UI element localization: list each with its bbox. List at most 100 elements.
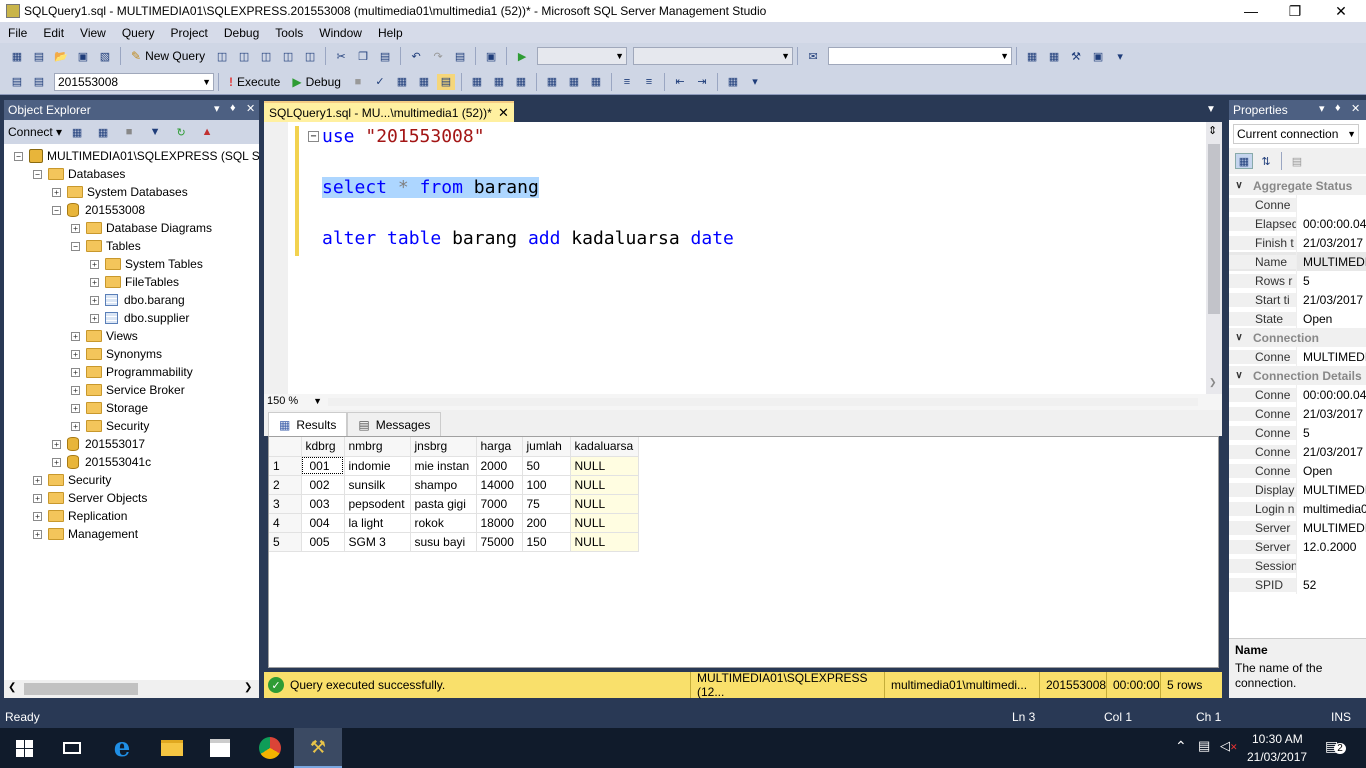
column-header[interactable]: jnsbrg: [410, 437, 477, 457]
tree-node[interactable]: + System Tables: [90, 255, 203, 273]
column-header[interactable]: kadaluarsa: [570, 437, 639, 457]
horizontal-scrollbar[interactable]: ❮ ❯: [4, 680, 259, 698]
table-cell[interactable]: sunsilk: [344, 475, 411, 495]
new-project-icon[interactable]: ▦: [8, 48, 26, 64]
add-item-icon[interactable]: ▤: [30, 48, 48, 64]
store-button[interactable]: [196, 728, 244, 768]
stop-icon[interactable]: ■: [120, 124, 138, 140]
filter-icon[interactable]: ▼: [146, 124, 164, 140]
query-editor[interactable]: − use "201553008" select * from barang a…: [264, 122, 1206, 394]
scroll-thumb[interactable]: [24, 683, 138, 695]
db-engine-query-icon[interactable]: ◫: [213, 48, 231, 64]
table-cell[interactable]: 18000: [476, 513, 523, 533]
expand-icon[interactable]: +: [71, 349, 80, 359]
cancel-query-icon[interactable]: ■: [349, 74, 367, 90]
tree-node[interactable]: + Management: [33, 525, 138, 543]
close-button[interactable]: ✕: [1318, 0, 1364, 22]
action-center-icon[interactable]: ▤2: [1325, 738, 1346, 755]
table-cell[interactable]: rokok: [410, 513, 477, 533]
table-cell[interactable]: 005: [301, 532, 345, 552]
copy-icon[interactable]: ❐: [354, 48, 372, 64]
table-cell[interactable]: 50: [522, 456, 571, 476]
connect-icon[interactable]: ▤: [8, 74, 26, 90]
scroll-left-icon[interactable]: ❮: [8, 682, 16, 693]
row-number[interactable]: 3: [269, 494, 302, 514]
corner-cell[interactable]: [269, 437, 302, 457]
tree-node[interactable]: + dbo.supplier: [90, 309, 189, 327]
table-cell[interactable]: 14000: [476, 475, 523, 495]
collapse-icon[interactable]: −: [52, 205, 61, 215]
table-cell[interactable]: shampo: [410, 475, 477, 495]
property-category[interactable]: ∨ Aggregate Status: [1229, 176, 1366, 195]
row-number[interactable]: 1: [269, 456, 302, 476]
navigate-icon[interactable]: ▤: [451, 48, 469, 64]
property-row[interactable]: Conne 21/03/2017: [1229, 404, 1366, 423]
connect-button[interactable]: Connect ▾: [8, 125, 62, 139]
property-pages-icon[interactable]: ▤: [1288, 153, 1306, 169]
properties-object-dropdown[interactable]: Current connection ▼: [1233, 124, 1359, 144]
tree-node[interactable]: + Database Diagrams: [71, 219, 212, 237]
expand-icon[interactable]: +: [90, 313, 99, 323]
tree-node[interactable]: + Security: [33, 471, 111, 489]
save-all-icon[interactable]: ▧: [96, 48, 114, 64]
menu-tools[interactable]: Tools: [267, 26, 311, 40]
intellisense-icon[interactable]: ▤: [436, 73, 455, 90]
network-icon[interactable]: ▤: [1198, 738, 1210, 754]
execute-button[interactable]: ! Execute: [229, 75, 280, 89]
properties-icon[interactable]: ⚒: [1067, 48, 1085, 64]
expand-icon[interactable]: +: [52, 457, 61, 467]
save-icon[interactable]: ▣: [74, 48, 92, 64]
expand-icon[interactable]: +: [71, 331, 80, 341]
collapse-icon[interactable]: −: [308, 131, 319, 142]
alphabetical-icon[interactable]: ⇅: [1257, 153, 1275, 169]
column-header[interactable]: kdbrg: [301, 437, 345, 457]
actual-plan-icon[interactable]: ▦: [468, 74, 486, 90]
parse-icon[interactable]: ✓: [371, 74, 389, 90]
table-cell[interactable]: NULL: [570, 494, 639, 514]
scroll-right-icon[interactable]: ❯: [244, 682, 252, 693]
live-stats-icon[interactable]: ▦: [490, 74, 508, 90]
registered-servers-icon[interactable]: ▦: [1023, 48, 1041, 64]
comment-icon[interactable]: ≡: [618, 74, 636, 90]
properties-grid[interactable]: ∨ Aggregate Status Conne Elapsed 00:00:00.04…: [1229, 176, 1366, 596]
redo-icon[interactable]: ↷: [429, 48, 447, 64]
open-file-icon[interactable]: 📂: [52, 48, 70, 64]
menu-file[interactable]: File: [0, 26, 35, 40]
property-row[interactable]: Rows r5: [1229, 271, 1366, 290]
expand-icon[interactable]: +: [33, 493, 42, 503]
tree-node[interactable]: +201553017: [52, 435, 145, 453]
tree-node[interactable]: + Server Objects: [33, 489, 147, 507]
zoom-dropdown[interactable]: 150 % ▼: [264, 394, 324, 410]
expand-icon[interactable]: +: [71, 367, 80, 377]
table-cell[interactable]: 004: [301, 513, 345, 533]
paste-icon[interactable]: ▤: [376, 48, 394, 64]
table-cell[interactable]: susu bayi: [410, 532, 477, 552]
row-number[interactable]: 4: [269, 513, 302, 533]
dmx-query-icon[interactable]: ◫: [257, 48, 275, 64]
property-row[interactable]: Elapsed00:00:00.046: [1229, 214, 1366, 233]
vertical-scrollbar[interactable]: ⇕ ❯: [1206, 122, 1222, 394]
clock-time[interactable]: 10:30 AM: [1252, 732, 1303, 746]
volume-muted-icon[interactable]: ◁✕: [1220, 738, 1238, 754]
categorized-icon[interactable]: ▦: [1235, 153, 1253, 169]
table-cell[interactable]: 150: [522, 532, 571, 552]
expand-icon[interactable]: +: [71, 403, 80, 413]
change-connection-icon[interactable]: ▤: [30, 74, 48, 90]
row-number[interactable]: 5: [269, 532, 302, 552]
tree-node[interactable]: + dbo.barang: [90, 291, 185, 309]
table-cell[interactable]: 200: [522, 513, 571, 533]
tab-messages[interactable]: ▤ Messages: [347, 412, 442, 436]
table-cell[interactable]: pasta gigi: [410, 494, 477, 514]
tab-overflow-icon[interactable]: ▼: [1206, 104, 1216, 115]
table-cell[interactable]: indomie: [344, 456, 411, 476]
cut-icon[interactable]: ✂: [332, 48, 350, 64]
toolbar-options-icon[interactable]: ▾: [746, 74, 764, 90]
pane-options-icon[interactable]: ▾: [214, 102, 220, 115]
tree-node[interactable]: + Service Broker: [71, 381, 185, 399]
collapse-icon[interactable]: ∨: [1229, 332, 1249, 343]
collapse-icon[interactable]: −: [71, 241, 80, 251]
property-category[interactable]: ∨ Connection: [1229, 328, 1366, 347]
disconnect-icon[interactable]: ▦: [94, 124, 112, 140]
uncomment-icon[interactable]: ≡: [640, 74, 658, 90]
column-header[interactable]: harga: [476, 437, 523, 457]
